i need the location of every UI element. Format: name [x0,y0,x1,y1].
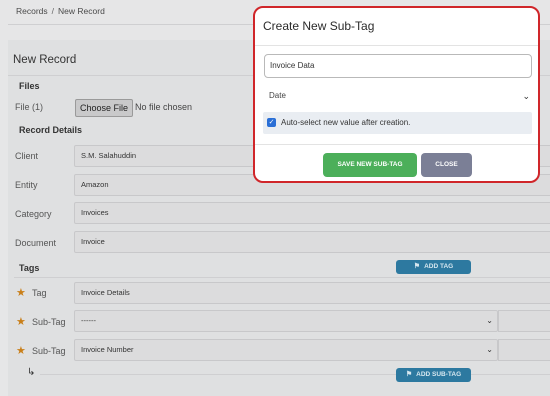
tags-divider [14,277,550,278]
subtag-type-value: Date [269,91,286,100]
category-label: Category [15,209,52,219]
create-subtag-modal: Create New Sub-Tag Invoice Data Date ⌄ ✓… [253,6,540,183]
required-star-icon: ★ [16,287,26,299]
auto-select-option: ✓ Auto-select new value after creation. [263,112,532,134]
add-tag-label: ADD TAG [424,263,454,270]
entity-label: Entity [15,180,38,190]
modal-footer-divider [255,144,538,145]
subtag1-side-input[interactable] [498,310,550,332]
subtag-type-select[interactable]: Date ⌄ [264,86,532,106]
category-field[interactable]: Invoices [74,202,550,224]
subtag1-label: Sub-Tag [32,317,66,327]
tag-field[interactable]: Invoice Details [74,282,550,304]
client-label: Client [15,151,39,161]
breadcrumb-current: New Record [58,6,105,16]
required-star-icon: ★ [16,316,26,328]
subtag2-select[interactable]: Invoice Number ⌄ [74,339,498,361]
document-label: Document [15,238,57,248]
breadcrumb: Records / New Record [16,6,105,16]
record-details-heading: Record Details [19,125,83,135]
subtag2-value: Invoice Number [81,345,134,354]
tag-icon: ⚑ [405,371,413,378]
add-tag-button[interactable]: ⚑ ADD TAG [396,260,471,274]
tags-heading: Tags [19,263,40,273]
auto-select-label: Auto-select new value after creation. [281,118,411,127]
chevron-down-icon: ⌄ [522,91,530,101]
choose-file-button[interactable]: Choose File [75,99,133,117]
chevron-down-icon: ⌄ [486,316,493,325]
auto-select-checkbox[interactable]: ✓ [267,118,276,127]
subtag-divider [40,374,550,375]
save-new-subtag-button[interactable]: SAVE NEW SUB-TAG [323,153,417,177]
subtag1-select[interactable]: ------ ⌄ [74,310,498,332]
tag-icon: ⚑ [413,263,421,270]
chevron-down-icon: ⌄ [486,345,493,354]
subtag2-label: Sub-Tag [32,346,66,356]
file-label: File (1) [15,102,44,112]
subtag2-side-input[interactable] [498,339,550,361]
tag-label: Tag [32,288,47,298]
close-button[interactable]: CLOSE [421,153,472,177]
add-subtag-label: ADD SUB-TAG [416,371,462,378]
files-heading: Files [19,81,40,91]
subtag-name-input[interactable]: Invoice Data [264,54,532,78]
subtag1-value: ------ [81,316,96,325]
required-star-icon: ★ [16,345,26,357]
modal-title: Create New Sub-Tag [263,19,375,33]
return-arrow-icon: ↳ [27,367,36,378]
modal-header-divider [255,45,538,46]
no-file-text: No file chosen [135,102,193,112]
add-subtag-button[interactable]: ⚑ ADD SUB-TAG [396,368,471,382]
breadcrumb-root[interactable]: Records [16,6,48,16]
breadcrumb-separator: / [51,6,55,16]
page-title: New Record [13,54,77,66]
document-field[interactable]: Invoice [74,231,550,253]
